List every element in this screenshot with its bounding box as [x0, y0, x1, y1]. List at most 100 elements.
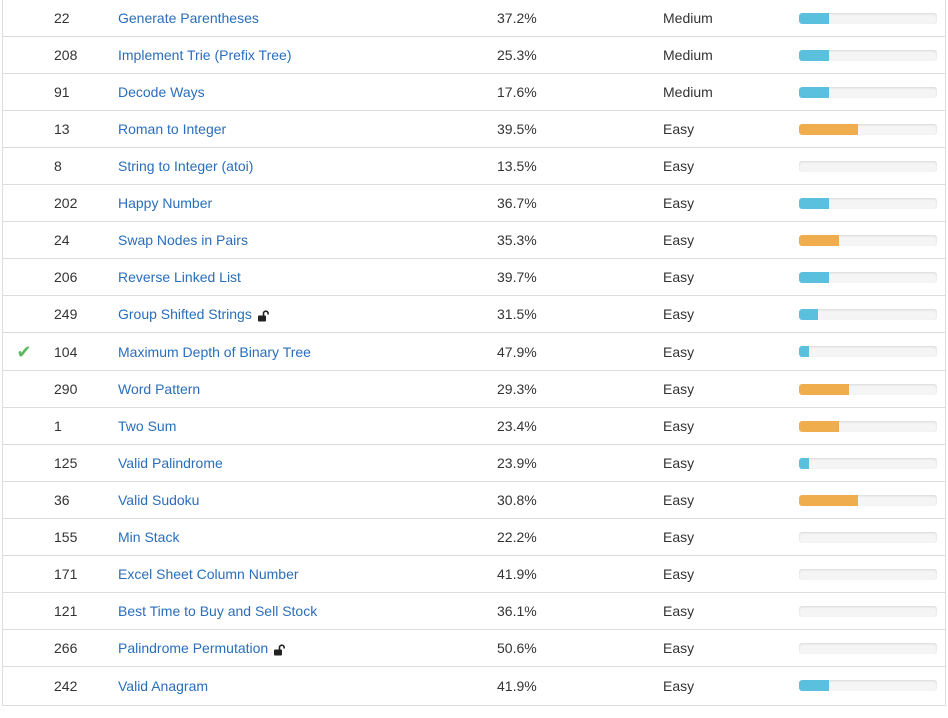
problem-title-link[interactable]: Reverse Linked List [118, 269, 241, 285]
difficulty-label: Easy [663, 418, 695, 434]
problem-title-link[interactable]: Decode Ways [118, 84, 205, 100]
status-cell [3, 222, 47, 258]
problem-row: 266 Palindrome Permutation 50.6% Easy [3, 630, 945, 667]
problem-title-link[interactable]: Valid Palindrome [118, 455, 223, 471]
problem-title-link[interactable]: Maximum Depth of Binary Tree [118, 344, 311, 360]
frequency-bar-fill [799, 383, 849, 395]
problem-title-link[interactable]: Min Stack [118, 529, 179, 545]
frequency-cell [799, 556, 937, 592]
problem-row: 36 Valid Sudoku 30.8% Easy [3, 482, 945, 519]
frequency-bar-fill [799, 346, 809, 357]
problem-id: 91 [54, 84, 70, 100]
problem-row: 8 String to Integer (atoi) 13.5% Easy [3, 148, 945, 185]
title-cell: Roman to Integer [118, 111, 226, 147]
frequency-bar [799, 420, 937, 432]
problem-row: 22 Generate Parentheses 37.2% Medium [3, 0, 945, 37]
frequency-bar-fill [799, 197, 830, 209]
frequency-cell [799, 482, 937, 518]
title-cell: Group Shifted Strings [118, 296, 269, 332]
frequency-bar-fill [799, 457, 809, 469]
title-cell: Valid Sudoku [118, 482, 199, 518]
acceptance-rate: 39.7% [497, 269, 537, 285]
title-cell: Two Sum [118, 408, 176, 444]
title-cell: Best Time to Buy and Sell Stock [118, 593, 317, 629]
frequency-bar [799, 234, 937, 246]
frequency-bar [799, 642, 937, 654]
frequency-cell [799, 259, 937, 295]
problem-id: 266 [54, 640, 78, 656]
problem-title-link[interactable]: Generate Parentheses [118, 10, 259, 26]
status-cell [3, 111, 47, 147]
status-cell [3, 445, 47, 481]
acceptance-rate: 36.7% [497, 195, 537, 211]
frequency-bar [799, 12, 937, 24]
frequency-bar [799, 680, 937, 691]
title-cell: Palindrome Permutation [118, 630, 286, 666]
frequency-bar [799, 197, 937, 209]
problem-title-link[interactable]: Group Shifted Strings [118, 306, 252, 322]
problem-title-link[interactable]: Valid Sudoku [118, 492, 199, 508]
problem-title-link[interactable]: Roman to Integer [118, 121, 226, 137]
problem-title-link[interactable]: Two Sum [118, 418, 176, 434]
difficulty-label: Easy [663, 158, 695, 174]
frequency-bar [799, 383, 937, 395]
frequency-bar [799, 494, 937, 506]
frequency-cell [799, 296, 937, 332]
frequency-cell [799, 333, 937, 370]
problem-id: 104 [54, 343, 78, 360]
status-cell [3, 185, 47, 221]
title-cell: Valid Palindrome [118, 445, 223, 481]
acceptance-rate: 23.9% [497, 455, 537, 471]
acceptance-rate: 13.5% [497, 158, 537, 174]
problem-row: 13 Roman to Integer 39.5% Easy [3, 111, 945, 148]
problem-title-link[interactable]: Best Time to Buy and Sell Stock [118, 603, 317, 619]
status-cell [3, 259, 47, 295]
frequency-cell [799, 371, 937, 407]
frequency-bar-fill [799, 49, 830, 61]
difficulty-label: Easy [663, 232, 695, 248]
problem-title-link[interactable]: Implement Trie (Prefix Tree) [118, 47, 292, 63]
acceptance-rate: 47.9% [497, 343, 537, 360]
problem-title-link[interactable]: String to Integer (atoi) [118, 158, 253, 174]
title-cell: Maximum Depth of Binary Tree [118, 333, 311, 370]
problem-table: 22 Generate Parentheses 37.2% Medium 208 Impl… [2, 0, 946, 706]
frequency-bar [799, 457, 937, 469]
difficulty-label: Easy [663, 195, 695, 211]
problem-id: 202 [54, 195, 78, 211]
frequency-cell [799, 74, 937, 110]
title-cell: Swap Nodes in Pairs [118, 222, 248, 258]
frequency-bar [799, 346, 937, 357]
problem-row: 171 Excel Sheet Column Number 41.9% Easy [3, 556, 945, 593]
problem-title-link[interactable]: Word Pattern [118, 381, 200, 397]
problem-title-link[interactable]: Happy Number [118, 195, 212, 211]
frequency-bar [799, 160, 937, 172]
problem-id: 290 [54, 381, 78, 397]
problem-title-link[interactable]: Palindrome Permutation [118, 640, 268, 656]
difficulty-label: Easy [663, 529, 695, 545]
problem-id: 171 [54, 566, 78, 582]
frequency-cell [799, 222, 937, 258]
difficulty-label: Easy [663, 381, 695, 397]
solved-check-icon: ✔ [16, 341, 32, 362]
difficulty-label: Easy [663, 492, 695, 508]
frequency-cell [799, 111, 937, 147]
acceptance-rate: 25.3% [497, 47, 537, 63]
problem-id: 24 [54, 232, 70, 248]
problem-title-link[interactable]: Swap Nodes in Pairs [118, 232, 248, 248]
frequency-cell [799, 445, 937, 481]
difficulty-label: Easy [663, 343, 695, 360]
difficulty-label: Easy [663, 603, 695, 619]
problem-title-link[interactable]: Excel Sheet Column Number [118, 566, 299, 582]
acceptance-rate: 37.2% [497, 10, 537, 26]
status-cell [3, 37, 47, 73]
frequency-bar [799, 531, 937, 543]
title-cell: Valid Anagram [118, 667, 208, 704]
frequency-cell [799, 408, 937, 444]
problem-row: 24 Swap Nodes in Pairs 35.3% Easy [3, 222, 945, 259]
problem-title-link[interactable]: Valid Anagram [118, 678, 208, 694]
problem-row: 1 Two Sum 23.4% Easy [3, 408, 945, 445]
status-cell [3, 296, 47, 332]
problem-id: 121 [54, 603, 78, 619]
problem-id: 13 [54, 121, 70, 137]
title-cell: String to Integer (atoi) [118, 148, 253, 184]
